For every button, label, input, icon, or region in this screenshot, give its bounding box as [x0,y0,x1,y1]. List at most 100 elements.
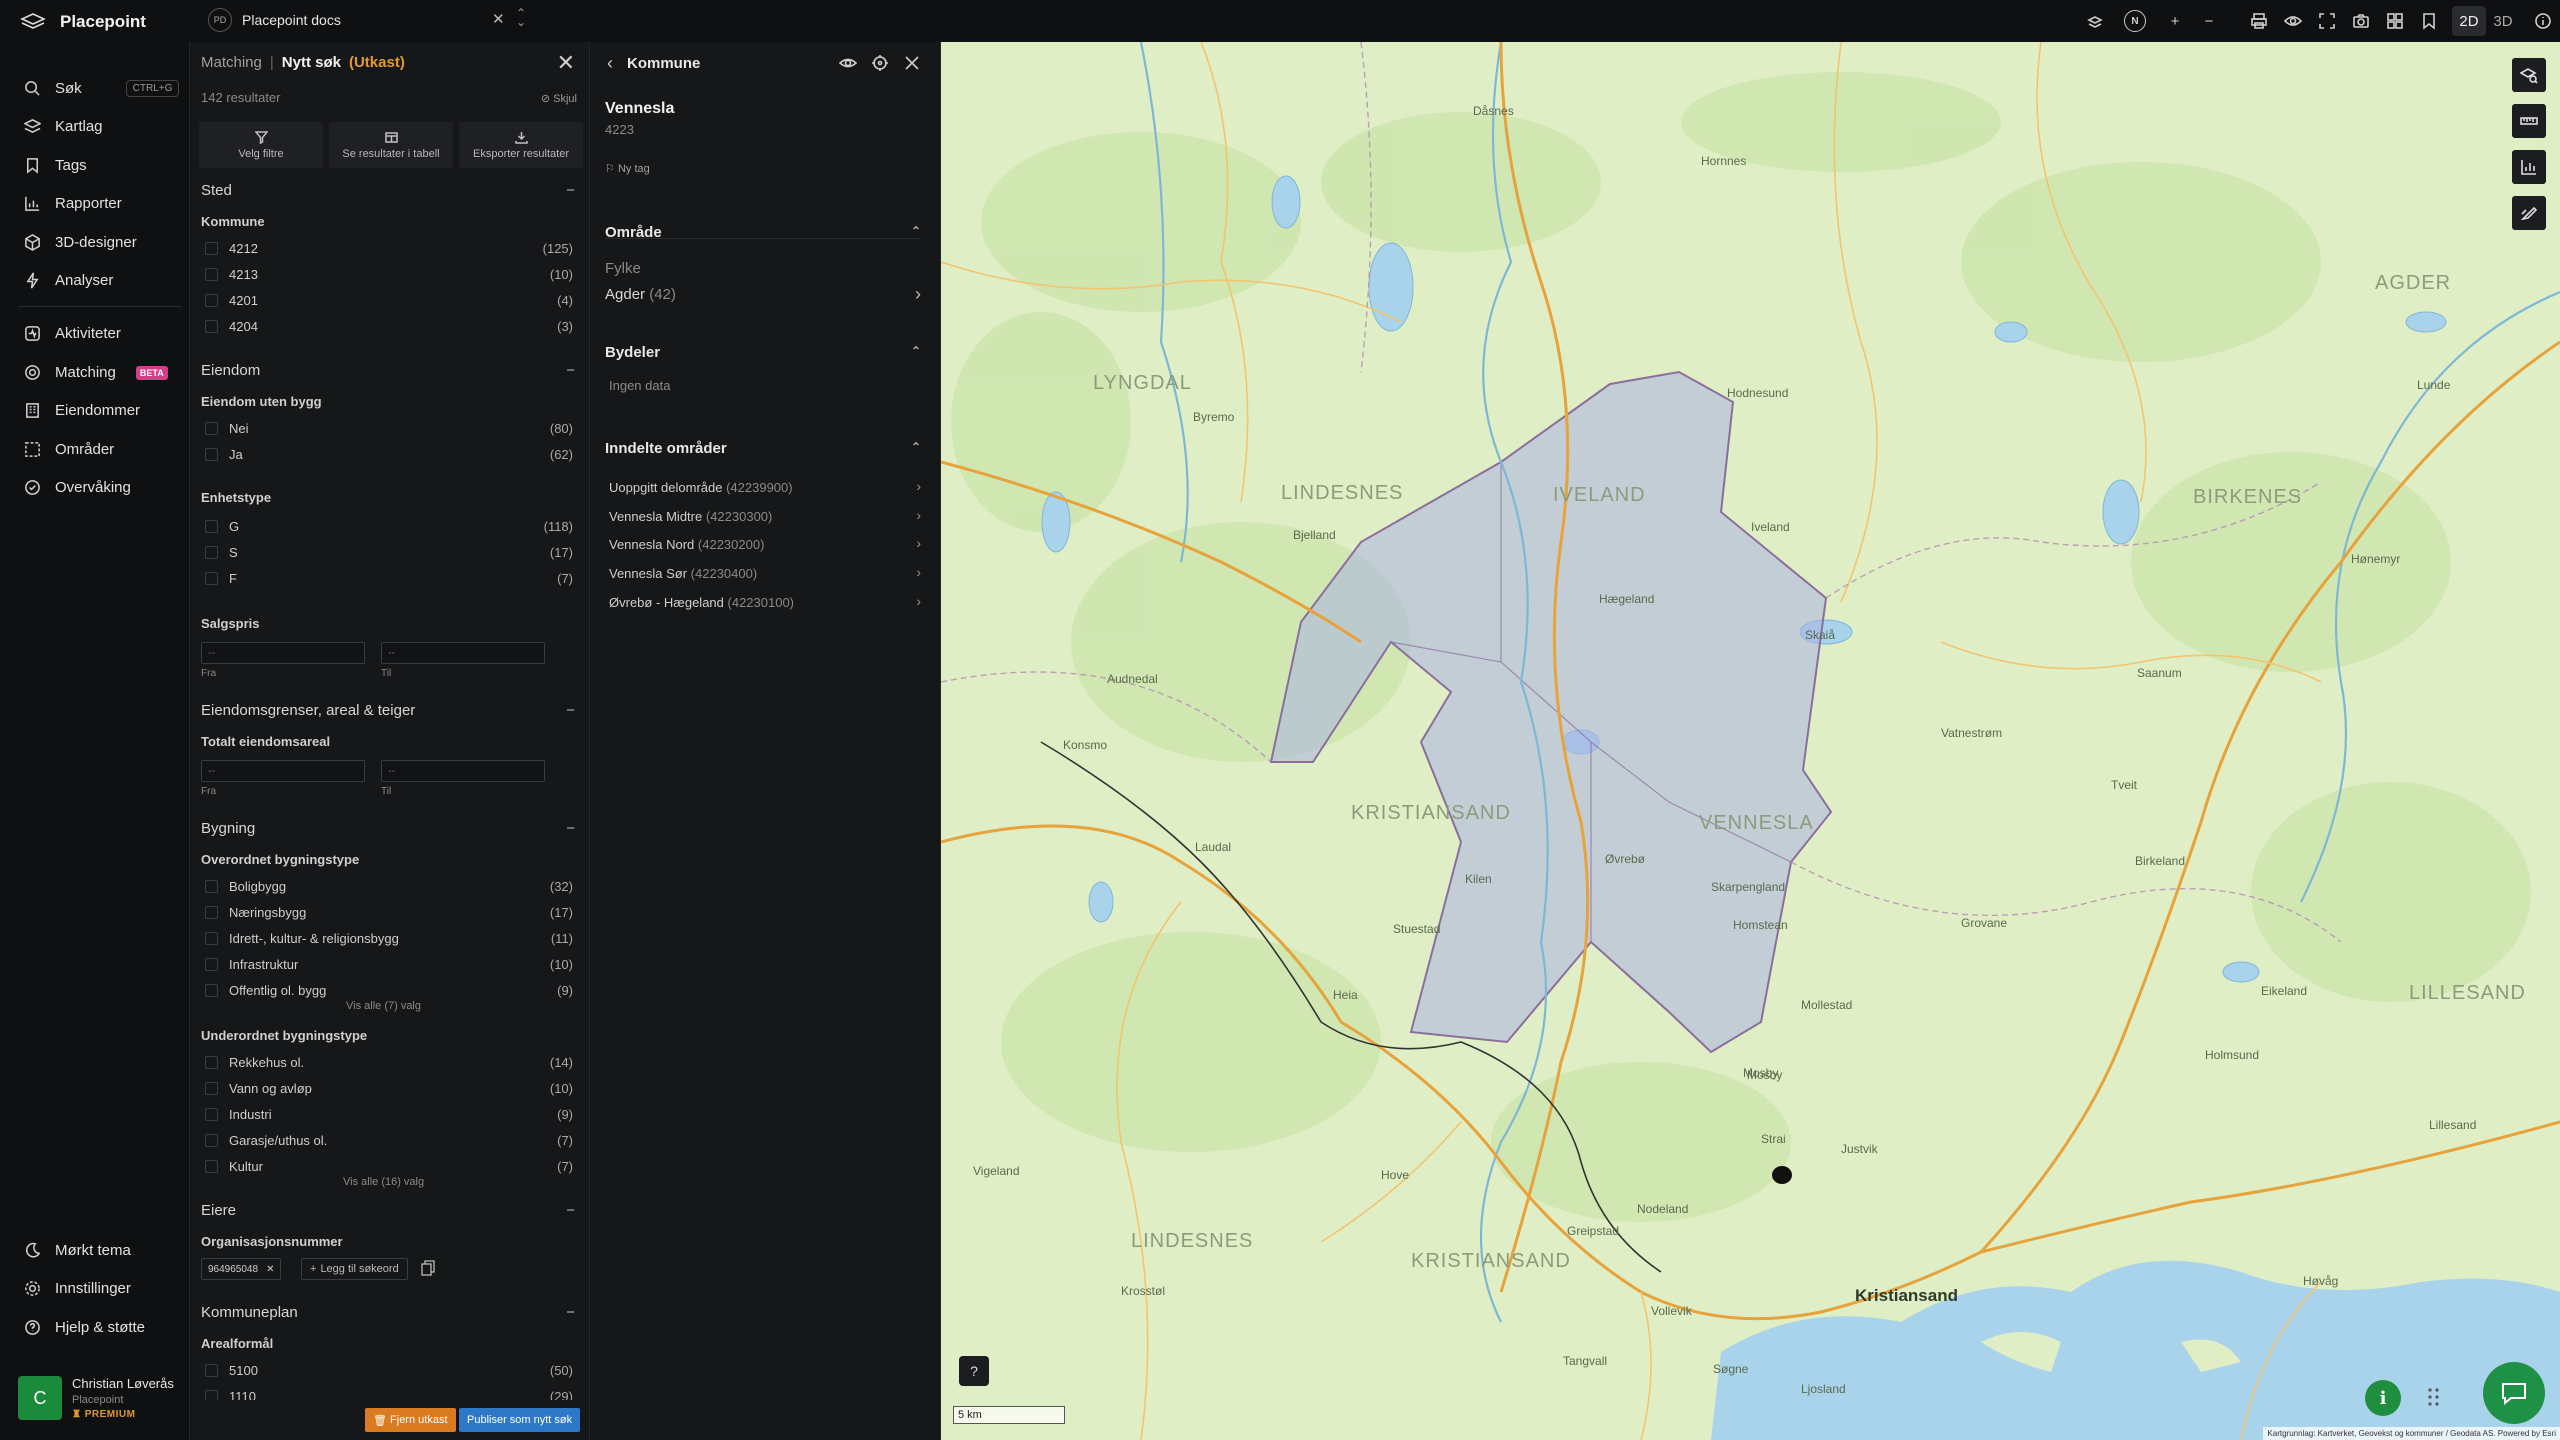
eye-icon[interactable] [2276,4,2310,38]
sidebar-item-rapporter[interactable]: Rapporter [24,195,122,212]
filter-option[interactable]: Industri (9) [205,1106,573,1124]
remove-draft-button[interactable]: 🗑 Fjern utkast [365,1408,456,1432]
workspace-expand-icon[interactable]: ⌃ ⌄ [516,7,526,28]
checkbox[interactable] [205,320,218,333]
map-canvas[interactable]: AGDER LYNGDAL LINDESNES IVELAND BIRKENES… [941,42,2560,1440]
collapse-icon[interactable]: − [566,362,575,379]
hide-button[interactable]: ⊘ Skjul [541,92,577,105]
compass-button[interactable]: N [2112,4,2158,38]
checkbox[interactable] [205,1056,218,1069]
eye-icon[interactable] [839,54,857,72]
show-all-link[interactable]: Vis alle (16) valg [343,1176,424,1188]
sidebar-item-aktiviteter[interactable]: Aktiviteter [24,325,121,342]
info-icon[interactable] [2526,4,2560,38]
chevron-up-icon[interactable]: ⌃ [911,440,921,454]
collapse-icon[interactable]: − [566,1304,575,1321]
drag-handle-icon[interactable] [2427,1386,2441,1408]
statistics-button[interactable] [2512,150,2546,184]
fylke-row[interactable]: Agder (42) › [605,284,921,304]
add-keyword-button[interactable]: + Legg til søkeord [301,1258,408,1280]
subarea-row[interactable]: Vennesla Midtre (42230300) › [609,507,921,524]
checkbox[interactable] [205,268,218,281]
filter-option[interactable]: Infrastruktur (10) [205,956,573,974]
checkbox[interactable] [205,1364,218,1377]
checkbox[interactable] [205,422,218,435]
checkbox[interactable] [205,932,218,945]
section-eiere[interactable]: Eiere − [201,1202,581,1219]
filter-option[interactable]: 1110 (29) [205,1388,573,1400]
zoom-in-icon[interactable]: + [2158,4,2192,38]
filter-option[interactable]: 4213 (10) [205,266,573,284]
filter-option[interactable]: S (17) [205,544,573,562]
grid-icon[interactable] [2378,4,2412,38]
area-to-input[interactable]: -- [381,760,545,782]
checkbox[interactable] [205,546,218,559]
collapse-icon[interactable]: − [566,182,575,199]
view-table-button[interactable]: Se resultater i tabell [329,122,453,168]
sidebar-item-3d-designer[interactable]: 3D-designer [24,234,137,251]
area-from-input[interactable]: -- [201,760,365,782]
filter-option[interactable]: Ja (62) [205,446,573,464]
section-sted[interactable]: Sted − [201,182,581,199]
sidebar-item-matching[interactable]: Matching BETA [24,364,168,381]
remove-chip-icon[interactable]: ✕ [266,1264,274,1275]
section-eiendom[interactable]: Eiendom − [201,362,581,379]
chevron-up-icon[interactable]: ⌃ [911,224,921,238]
sidebar-item-omrader[interactable]: Områder [24,441,114,458]
checkbox[interactable] [205,1082,218,1095]
sidebar-item-help[interactable]: Hjelp & støtte [24,1319,145,1336]
layers-3d-icon[interactable] [2078,4,2112,38]
close-icon[interactable] [903,54,921,72]
bookmark-icon[interactable] [2412,4,2446,38]
workspace-clear-icon[interactable]: ✕ [492,10,505,28]
checkbox[interactable] [205,1108,218,1121]
locate-icon[interactable] [871,54,889,72]
filter-option[interactable]: Næringsbygg (17) [205,904,573,922]
filter-option[interactable]: Nei (80) [205,420,573,438]
layers-search-button[interactable] [2512,58,2546,92]
sidebar-item-eiendommer[interactable]: Eiendommer [24,402,140,419]
sidebar-item-tags[interactable]: Tags [24,157,87,174]
select-filters-button[interactable]: Velg filtre [199,122,323,168]
checkbox[interactable] [205,984,218,997]
export-results-button[interactable]: Eksporter resultater [459,122,583,168]
map-help-button[interactable]: ? [959,1356,989,1386]
filter-option[interactable]: Garasje/uthus ol. (7) [205,1132,573,1150]
checkbox[interactable] [205,294,218,307]
sidebar-item-overvaking[interactable]: Overvåking [24,479,131,496]
close-icon[interactable]: ✕ [557,50,575,76]
filter-option[interactable]: G (118) [205,518,573,536]
filter-option[interactable]: Kultur (7) [205,1158,573,1176]
section-kommuneplan[interactable]: Kommuneplan − [201,1304,581,1321]
checkbox[interactable] [205,906,218,919]
filter-option[interactable]: 5100 (50) [205,1362,573,1380]
camera-icon[interactable] [2344,4,2378,38]
measure-button[interactable] [2512,104,2546,138]
breadcrumb-matching[interactable]: Matching [201,54,262,71]
view-3d-button[interactable]: 3D [2486,6,2520,36]
app-logo[interactable]: Placepoint [20,12,146,32]
show-all-link[interactable]: Vis alle (7) valg [346,1000,421,1012]
copy-icon[interactable] [421,1260,435,1276]
checkbox[interactable] [205,1134,218,1147]
publish-search-button[interactable]: Publiser som nytt søk [459,1408,581,1432]
zoom-out-icon[interactable]: − [2192,4,2226,38]
user-profile[interactable]: C Christian Løverås Placepoint ♜ PREMIUM [18,1372,178,1424]
checkbox[interactable] [205,448,218,461]
map-attribution[interactable]: Kartgrunnlag: Kartverket, Geovekst og ko… [2263,1427,2560,1440]
collapse-icon[interactable]: − [566,820,575,837]
collapse-icon[interactable]: − [566,702,575,719]
filter-option[interactable]: Offentlig ol. bygg (9) [205,982,573,1000]
section-bydeler[interactable]: Bydeler ⌃ [605,344,921,361]
filter-option[interactable]: Idrett-, kultur- & religionsbygg (11) [205,930,573,948]
filter-option[interactable]: 4204 (3) [205,318,573,336]
info-button[interactable]: i [2365,1380,2401,1416]
chat-button[interactable] [2483,1362,2545,1424]
sidebar-item-search[interactable]: Søk CTRL+G [24,80,180,97]
price-from-input[interactable]: -- [201,642,365,664]
draw-tools-button[interactable] [2512,196,2546,230]
sidebar-item-analyser[interactable]: Analyser [24,272,113,289]
filter-option[interactable]: Vann og avløp (10) [205,1080,573,1098]
workspace-selector[interactable]: PD Placepoint docs ✕ ⌃ ⌄ [200,4,538,36]
checkbox[interactable] [205,880,218,893]
